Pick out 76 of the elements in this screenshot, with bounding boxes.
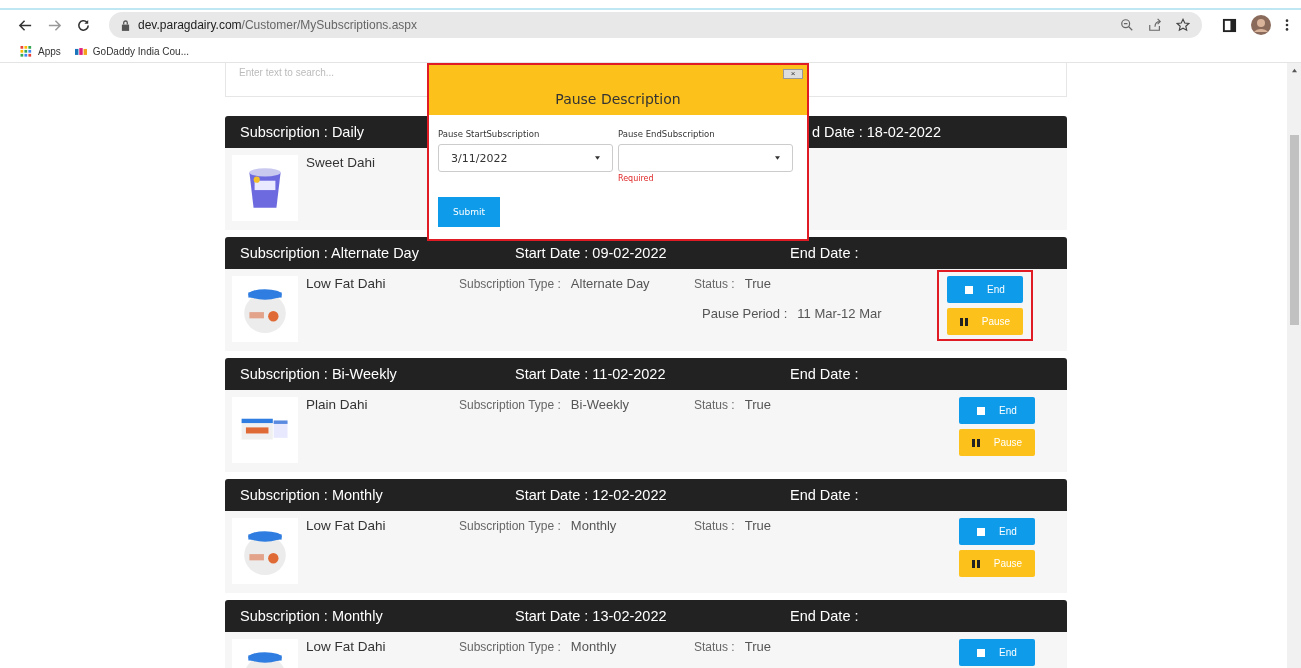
pause-button[interactable]: Pause [947,308,1023,335]
pause-period-value: 11 Mar-12 Mar [797,306,882,321]
type-label: Subscription Type : [459,398,561,412]
pause-icon [971,559,980,568]
date-dropdown[interactable]: 3/11/2022 [438,144,613,172]
status-label: Status : [694,519,735,533]
reload-icon[interactable] [76,17,91,33]
site-logo-icon [74,45,87,57]
stop-icon [977,527,986,536]
bookmark-link[interactable]: GoDaddy India Cou... [74,45,189,57]
start-date: Start Date : 13-02-2022 [515,608,667,624]
avatar-icon[interactable] [1251,15,1271,35]
stop-icon [977,648,986,657]
product-name: Low Fat Dahi [305,639,387,654]
url-text: dev.paragdairy.com/Customer/MySubscriptions.aspx [138,18,417,32]
validation-message: Required [618,174,655,183]
end-date: d Date : 18-02-2022 [812,124,941,140]
status-value: True [744,639,771,654]
status-label: Status : [694,640,735,654]
type-label: Subscription Type : [459,277,561,291]
product-name: Plain Dahi [305,397,369,412]
end-button[interactable]: End [959,639,1035,666]
subscription-title: Subscription : Monthly [240,608,383,624]
product-name: Low Fat Dahi [305,518,387,533]
pause-period-label: Pause Period : [702,306,788,321]
submit-button[interactable]: Submit [438,197,500,227]
lock-icon [121,19,130,31]
dropdown-caret-icon [595,156,600,160]
date-value: 3/11/2022 [451,151,508,165]
menu-icon[interactable] [1285,18,1289,32]
pause-icon [959,317,968,326]
product-name: Low Fat Dahi [305,276,387,291]
status-value: True [744,276,771,291]
status-value: True [744,518,771,533]
dialog-title: Pause Description [555,91,681,107]
end-button[interactable]: End [959,397,1035,424]
subscription-title: Subscription : Daily [240,124,365,140]
end-button[interactable]: End [959,518,1035,545]
scrollbar-thumb[interactable] [1289,135,1299,325]
field-label: Pause EndSubscription [618,129,716,139]
subscription-title: Subscription : Alternate Day [240,245,419,261]
sidebar-icon[interactable] [1222,17,1237,33]
start-date: Start Date : 09-02-2022 [515,245,667,261]
type-label: Subscription Type : [459,640,561,654]
pause-button[interactable]: Pause [959,550,1035,577]
status-label: Status : [694,398,735,412]
stop-icon [965,285,974,294]
end-date: End Date : [790,608,859,624]
zoom-icon[interactable] [1120,18,1134,32]
subscription-title: Subscription : Bi-Weekly [240,366,397,382]
type-value: Bi-Weekly [570,397,630,412]
bookmark-link[interactable]: Apps [20,45,61,57]
type-label: Subscription Type : [459,519,561,533]
address-bar[interactable]: dev.paragdairy.com/Customer/MySubscriptions.aspx [109,12,1202,38]
pause-icon [971,438,980,447]
type-value: Monthly [570,518,617,533]
star-icon[interactable] [1176,18,1190,32]
end-date: End Date : [790,245,859,261]
apps-grid-icon [20,45,32,57]
share-icon[interactable] [1148,18,1162,32]
type-value: Monthly [570,639,617,654]
pause-button[interactable]: Pause [959,429,1035,456]
stop-icon [977,406,986,415]
end-button[interactable]: End [947,276,1023,303]
status-label: Status : [694,277,735,291]
dropdown-caret-icon [775,156,780,160]
field-label: Pause StartSubscription [438,129,541,139]
status-value: True [744,397,771,412]
start-date: Start Date : 11-02-2022 [515,366,666,382]
end-date: End Date : [790,487,859,503]
scroll-up-icon[interactable] [1290,68,1298,73]
start-date: Start Date : 12-02-2022 [515,487,667,503]
subscription-title: Subscription : Monthly [240,487,383,503]
type-value: Alternate Day [570,276,650,291]
close-button[interactable]: × [783,69,803,79]
end-date: End Date : [790,366,859,382]
